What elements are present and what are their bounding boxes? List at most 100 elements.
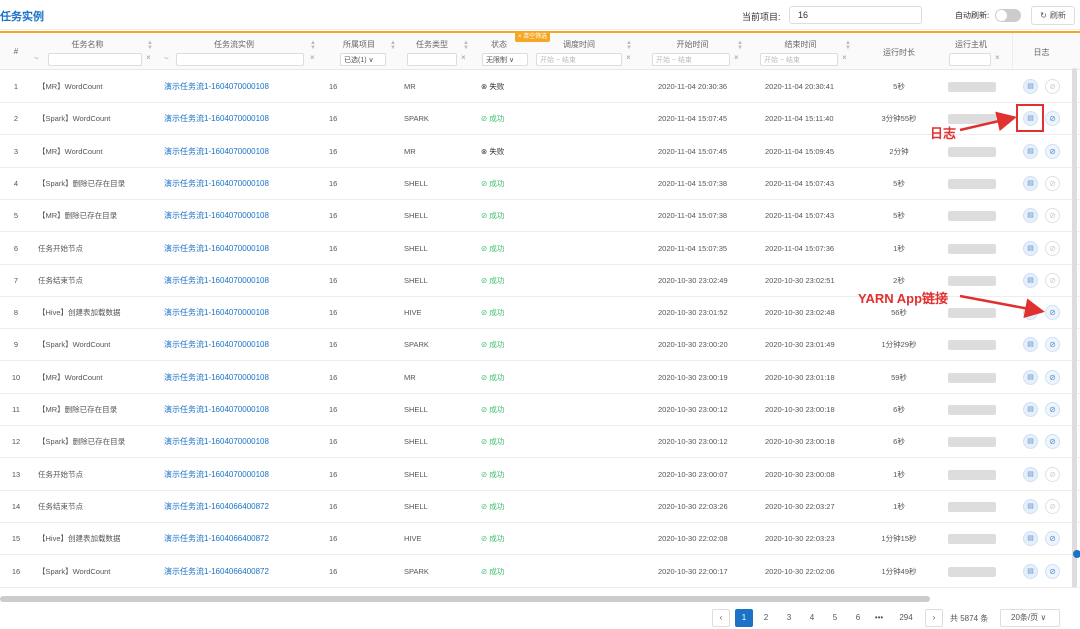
- flow-instance-link[interactable]: 演示任务流1-1604070000108: [164, 297, 269, 329]
- flow-instance-link[interactable]: 演示任务流1-1604070000108: [164, 362, 269, 394]
- page-button-last[interactable]: 294: [893, 609, 919, 627]
- flow-instance-link[interactable]: 演示任务流1-1604070000108: [164, 459, 269, 491]
- table-row[interactable]: 6 任务开始节点 演示任务流1-1604070000108 16 SHELL ⊘ 成功 20…: [0, 232, 1080, 265]
- page-size-select[interactable]: 20条/页 ∨: [1000, 609, 1060, 627]
- yarn-link-icon[interactable]: ⊘: [1045, 240, 1060, 256]
- status-filter-select[interactable]: 无限制 ∨: [482, 53, 528, 66]
- flow-instance-link[interactable]: 演示任务流1-1604070000108: [164, 168, 269, 200]
- sort-icon[interactable]: ▲ ▼: [463, 40, 469, 51]
- page-button[interactable]: 3: [780, 609, 798, 627]
- current-project-input[interactable]: 16: [789, 6, 922, 24]
- yarn-link-icon[interactable]: ⊘: [1045, 466, 1060, 482]
- sort-icon[interactable]: ▲ ▼: [390, 40, 396, 51]
- log-icon[interactable]: ▤: [1023, 208, 1038, 224]
- table-row[interactable]: 5 【MR】删除已存在目录 演示任务流1-1604070000108 16 SHELL ⊘…: [0, 200, 1080, 233]
- clear-icon[interactable]: ×: [995, 53, 1000, 62]
- log-icon[interactable]: ▤: [1023, 434, 1038, 450]
- page-button[interactable]: 6: [849, 609, 867, 627]
- log-icon[interactable]: ▤: [1023, 143, 1038, 159]
- page-ellipsis[interactable]: •••: [870, 609, 888, 627]
- table-row[interactable]: 3 【MR】WordCount 演示任务流1-1604070000108 16 MR ⊗ …: [0, 135, 1080, 168]
- table-row[interactable]: 14 任务结束节点 演示任务流1-1604066400872 16 SHELL ⊘ 成功 2…: [0, 490, 1080, 523]
- sort-icon[interactable]: ▲ ▼: [310, 40, 316, 51]
- table-row[interactable]: 1 【MR】WordCount 演示任务流1-1604070000108 16 MR ⊗ …: [0, 71, 1080, 103]
- sort-icon[interactable]: ▲ ▼: [845, 40, 851, 51]
- log-icon[interactable]: ▤: [1023, 240, 1038, 256]
- sort-icon[interactable]: ▲ ▼: [626, 40, 632, 51]
- yarn-link-icon[interactable]: ⊘: [1045, 208, 1060, 224]
- yarn-link-icon[interactable]: ⊘: [1045, 272, 1060, 288]
- clear-filter-button[interactable]: × 清空筛选: [515, 32, 551, 42]
- next-page-button[interactable]: ›: [925, 609, 943, 627]
- flow-instance-link[interactable]: 演示任务流1-1604066400872: [164, 523, 269, 555]
- log-icon[interactable]: ▤: [1023, 79, 1038, 94]
- side-handle[interactable]: [1073, 550, 1080, 558]
- task-type-filter-input[interactable]: [407, 53, 457, 66]
- yarn-link-icon[interactable]: ⊘: [1045, 305, 1060, 321]
- log-icon[interactable]: ▤: [1023, 337, 1038, 353]
- table-row[interactable]: 10 【MR】WordCount 演示任务流1-1604070000108 16 MR ⊘…: [0, 361, 1080, 394]
- log-icon[interactable]: ▤: [1023, 498, 1038, 514]
- log-icon[interactable]: ▤: [1023, 466, 1038, 482]
- task-name-filter-input[interactable]: [48, 53, 142, 66]
- clear-icon[interactable]: ×: [461, 53, 466, 62]
- prev-page-button[interactable]: ‹: [712, 609, 730, 627]
- table-row[interactable]: 12 【Spark】删除已存在目录 演示任务流1-1604070000108 16 SH…: [0, 426, 1080, 459]
- schedule-range-input[interactable]: 开始 ~ 结束: [536, 53, 622, 66]
- flow-instance-link[interactable]: 演示任务流1-1604070000108: [164, 329, 269, 361]
- page-button[interactable]: 5: [826, 609, 844, 627]
- yarn-link-icon[interactable]: ⊘: [1045, 337, 1060, 353]
- flow-instance-link[interactable]: 演示任务流1-1604070000108: [164, 200, 269, 232]
- table-row[interactable]: 15 【Hive】创建表加载数据 演示任务流1-1604066400872 16 HIV…: [0, 523, 1080, 556]
- log-icon[interactable]: ▤: [1023, 272, 1038, 288]
- yarn-link-icon[interactable]: ⊘: [1045, 369, 1060, 385]
- refresh-button[interactable]: ↻ 刷新: [1031, 6, 1075, 25]
- auto-refresh-toggle[interactable]: [995, 9, 1021, 22]
- sort-icon[interactable]: ▲ ▼: [737, 40, 743, 51]
- horizontal-scrollbar[interactable]: [0, 596, 930, 602]
- table-row[interactable]: 11 【MR】删除已存在目录 演示任务流1-1604070000108 16 SHELL…: [0, 394, 1080, 426]
- log-icon[interactable]: ▤: [1023, 175, 1038, 191]
- flow-instance-link[interactable]: 演示任务流1-1604070000108: [164, 233, 269, 265]
- yarn-link-icon[interactable]: ⊘: [1045, 402, 1060, 417]
- log-icon[interactable]: ▤: [1023, 402, 1038, 417]
- table-row[interactable]: 2 【Spark】WordCount 演示任务流1-1604070000108 16 S…: [0, 103, 1080, 136]
- flow-instance-link[interactable]: 演示任务流1-1604070000108: [164, 426, 269, 458]
- yarn-link-icon[interactable]: ⊘: [1045, 175, 1060, 191]
- sort-icon[interactable]: ▲ ▼: [147, 40, 153, 51]
- yarn-link-icon[interactable]: ⊘: [1045, 563, 1060, 579]
- clear-icon[interactable]: ×: [146, 53, 151, 62]
- yarn-link-icon[interactable]: ⊘: [1045, 498, 1060, 514]
- clear-icon[interactable]: ×: [734, 53, 739, 62]
- flow-instance-link[interactable]: 演示任务流1-1604070000108: [164, 136, 269, 168]
- clear-icon[interactable]: ×: [626, 53, 631, 62]
- vertical-scrollbar[interactable]: [1072, 68, 1077, 588]
- flow-instance-link[interactable]: 演示任务流1-1604070000108: [164, 394, 269, 426]
- yarn-link-icon[interactable]: ⊘: [1045, 79, 1060, 94]
- page-button[interactable]: 4: [803, 609, 821, 627]
- table-row[interactable]: 4 【Spark】删除已存在目录 演示任务流1-1604070000108 16 SHE…: [0, 167, 1080, 200]
- flow-instance-filter-input[interactable]: [176, 53, 304, 66]
- flow-instance-link[interactable]: 演示任务流1-1604070000108: [164, 103, 269, 135]
- page-button[interactable]: 1: [735, 609, 753, 627]
- flow-instance-link[interactable]: 演示任务流1-1604070000108: [164, 71, 269, 103]
- table-row[interactable]: 13 任务开始节点 演示任务流1-1604070000108 16 SHELL ⊘ 成功 2…: [0, 458, 1080, 491]
- host-filter-input[interactable]: [949, 53, 991, 66]
- flow-instance-link[interactable]: 演示任务流1-1604070000108: [164, 265, 269, 297]
- log-icon[interactable]: ▤: [1023, 305, 1038, 321]
- yarn-link-icon[interactable]: ⊘: [1045, 531, 1060, 547]
- flow-instance-link[interactable]: 演示任务流1-1604066400872: [164, 556, 269, 588]
- clear-icon[interactable]: ×: [842, 53, 847, 62]
- table-row[interactable]: 16 【Spark】WordCount 演示任务流1-1604066400872 16…: [0, 555, 1080, 588]
- yarn-link-icon[interactable]: ⊘: [1045, 434, 1060, 450]
- log-icon[interactable]: ▤: [1023, 563, 1038, 579]
- yarn-link-icon[interactable]: ⊘: [1045, 143, 1060, 159]
- log-icon[interactable]: ▤: [1023, 531, 1038, 547]
- start-range-input[interactable]: 开始 ~ 结束: [652, 53, 730, 66]
- clear-icon[interactable]: ×: [310, 53, 315, 62]
- page-button[interactable]: 2: [757, 609, 775, 627]
- table-row[interactable]: 9 【Spark】WordCount 演示任务流1-1604070000108 16 S…: [0, 329, 1080, 362]
- log-icon[interactable]: ▤: [1023, 369, 1038, 385]
- project-filter-select[interactable]: 已选(1) ∨: [340, 53, 386, 66]
- flow-instance-link[interactable]: 演示任务流1-1604066400872: [164, 491, 269, 523]
